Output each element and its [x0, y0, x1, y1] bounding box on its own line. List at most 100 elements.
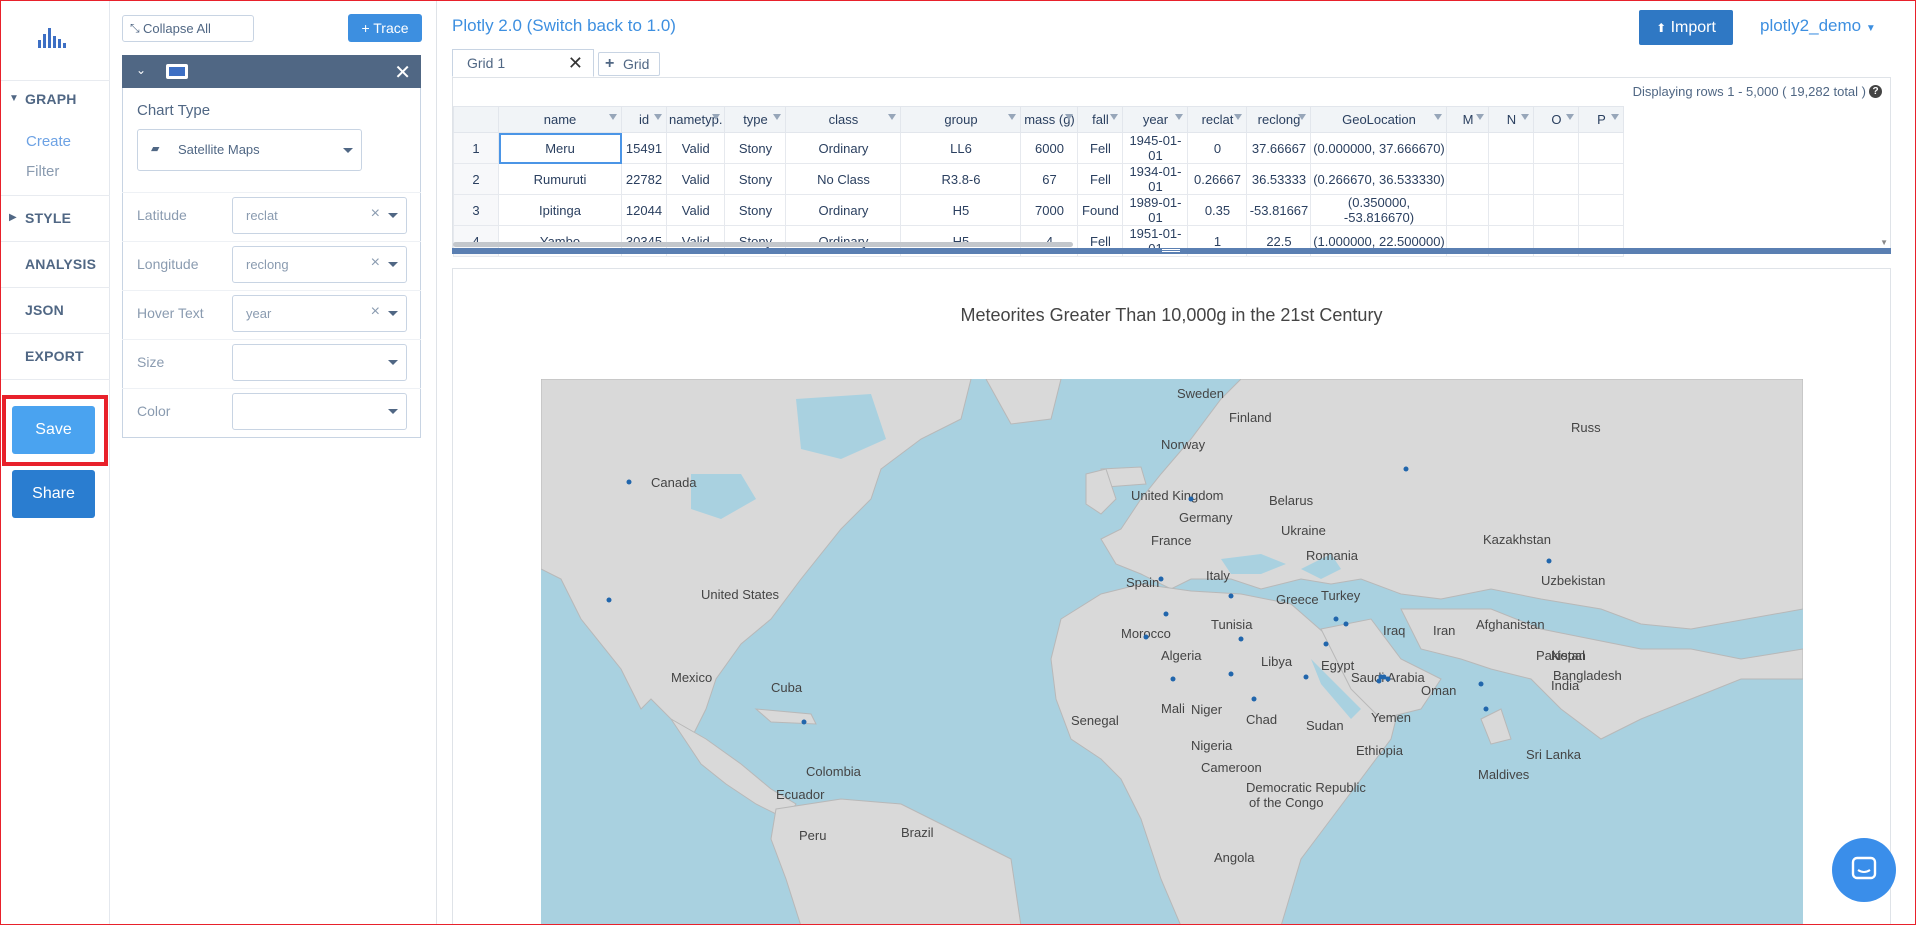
grid-cell[interactable]: 0.26667 [1187, 163, 1248, 195]
delete-trace-icon[interactable]: ✕ [394, 60, 411, 85]
nav-filter[interactable]: Filter [26, 163, 59, 180]
grid-cell[interactable] [1533, 194, 1580, 226]
meteorite-point[interactable] [1251, 696, 1257, 702]
grid-cell[interactable]: Fell [1077, 163, 1124, 195]
help-icon[interactable]: ? [1869, 85, 1882, 98]
column-filter-icon[interactable] [1476, 114, 1485, 120]
clear-icon[interactable]: × [371, 205, 380, 223]
column-header[interactable]: mass (g) [1020, 106, 1079, 133]
scroll-down-icon[interactable]: ▼ [1880, 238, 1888, 247]
meteorite-point[interactable] [626, 479, 632, 485]
meteorite-point[interactable] [1385, 676, 1391, 682]
grid-cell[interactable] [1488, 132, 1535, 164]
meteorite-point[interactable] [1303, 674, 1309, 680]
collapse-all-button[interactable]: ⤡ Collapse All [122, 15, 254, 42]
grid-resize-handle[interactable] [452, 248, 1891, 254]
column-header[interactable]: fall [1077, 106, 1124, 133]
chevron-down-icon[interactable]: ⌄ [136, 63, 146, 77]
column-filter-icon[interactable] [1065, 114, 1074, 120]
nav-section-json[interactable]: JSON [0, 287, 110, 333]
grid-cell[interactable] [1446, 163, 1490, 195]
share-button[interactable]: Share [12, 470, 95, 518]
grid-cell[interactable]: Rumuruti [498, 163, 622, 195]
grid-cell[interactable]: H5 [900, 194, 1022, 226]
meteorite-point[interactable] [1228, 671, 1234, 677]
column-header[interactable]: year [1122, 106, 1189, 133]
column-header[interactable]: O [1533, 106, 1580, 133]
latitude-select[interactable]: reclat × [232, 197, 407, 234]
column-filter-icon[interactable] [1521, 114, 1530, 120]
grid-cell[interactable]: 15491 [621, 132, 667, 164]
meteorite-point[interactable] [1483, 706, 1489, 712]
grid-cell[interactable]: (0.000000, 37.666670) [1310, 132, 1448, 164]
grid-cell[interactable]: 67 [1020, 163, 1079, 195]
column-header[interactable]: N [1488, 106, 1535, 133]
meteorite-point[interactable] [1228, 593, 1234, 599]
grid-cell[interactable]: 37.66667 [1246, 132, 1312, 164]
grid-cell[interactable] [1446, 194, 1490, 226]
meteorite-point[interactable] [1188, 496, 1194, 502]
size-select[interactable] [232, 344, 407, 381]
save-button[interactable]: Save [12, 406, 95, 454]
grid-cell[interactable]: (0.266670, 36.533330) [1310, 163, 1448, 195]
column-header[interactable]: group [900, 106, 1022, 133]
grid-cell[interactable] [1446, 132, 1490, 164]
import-button[interactable]: ⬆ Import [1639, 10, 1733, 45]
plotly-logo-icon[interactable] [38, 26, 68, 48]
grid-cell[interactable]: 22782 [621, 163, 667, 195]
grid-cell[interactable]: 1989-01-01 [1122, 194, 1189, 226]
grid-cell[interactable]: Ipitinga [498, 194, 622, 226]
column-header[interactable]: reclat [1187, 106, 1248, 133]
grid-cell[interactable]: Ordinary [785, 194, 902, 226]
chat-bubble-icon[interactable] [1832, 838, 1896, 902]
color-select[interactable] [232, 393, 407, 430]
nav-section-analysis[interactable]: ANALYSIS [0, 241, 110, 287]
nav-section-graph[interactable]: ▼ GRAPH Create Filter [0, 80, 110, 192]
tab-grid-1[interactable]: Grid 1 ✕ [452, 49, 594, 77]
grid-cell[interactable]: No Class [785, 163, 902, 195]
grid-cell[interactable]: LL6 [900, 132, 1022, 164]
meteorite-point[interactable] [1170, 676, 1176, 682]
chart-title[interactable]: Meteorites Greater Than 10,000g in the 2… [453, 305, 1890, 326]
column-filter-icon[interactable] [1298, 114, 1307, 120]
meteorite-point[interactable] [1376, 678, 1382, 684]
column-filter-icon[interactable] [1434, 114, 1443, 120]
column-header[interactable]: P [1578, 106, 1625, 133]
meteorite-point[interactable] [1143, 634, 1149, 640]
user-menu[interactable]: plotly2_demo ▼ [1760, 16, 1876, 36]
nav-create[interactable]: Create [26, 133, 71, 150]
grid-cell[interactable]: R3.8-6 [900, 163, 1022, 195]
column-header[interactable]: type [724, 106, 787, 133]
grid-cell[interactable] [1488, 194, 1535, 226]
grid-cell[interactable]: 12044 [621, 194, 667, 226]
grid-cell[interactable] [1488, 163, 1535, 195]
clear-icon[interactable]: × [371, 303, 380, 321]
meteorite-point[interactable] [801, 719, 807, 725]
grid-cell[interactable]: Valid [665, 132, 726, 164]
grid-cell[interactable]: Stony [724, 194, 787, 226]
grid-cell[interactable]: Meru [498, 132, 622, 164]
grid-cell[interactable] [1533, 163, 1580, 195]
grid-cell[interactable]: Stony [724, 132, 787, 164]
meteorite-point[interactable] [1158, 576, 1164, 582]
column-filter-icon[interactable] [773, 114, 782, 120]
meteorite-point[interactable] [1343, 621, 1349, 627]
column-header[interactable]: name [498, 106, 622, 133]
column-header[interactable]: M [1446, 106, 1490, 133]
horizontal-scrollbar[interactable] [453, 242, 1073, 247]
grid-cell[interactable]: 0 [1187, 132, 1248, 164]
grid-cell[interactable]: 1945-01-01 [1122, 132, 1189, 164]
grid-cell[interactable]: (0.350000, -53.816670) [1310, 194, 1448, 226]
trace-header[interactable]: ⌄ ✕ [122, 55, 421, 88]
grid-cell[interactable]: Stony [724, 163, 787, 195]
column-header[interactable]: reclong [1246, 106, 1312, 133]
column-filter-icon[interactable] [1234, 114, 1243, 120]
column-filter-icon[interactable] [654, 114, 662, 120]
column-filter-icon[interactable] [888, 114, 897, 120]
column-header[interactable]: id [621, 106, 667, 133]
column-filter-icon[interactable] [1566, 114, 1575, 120]
column-filter-icon[interactable] [1175, 114, 1184, 120]
nav-section-style[interactable]: ▶ STYLE [0, 195, 110, 241]
grid-cell[interactable]: 36.53333 [1246, 163, 1312, 195]
column-header[interactable]: GeoLocation [1310, 106, 1448, 133]
